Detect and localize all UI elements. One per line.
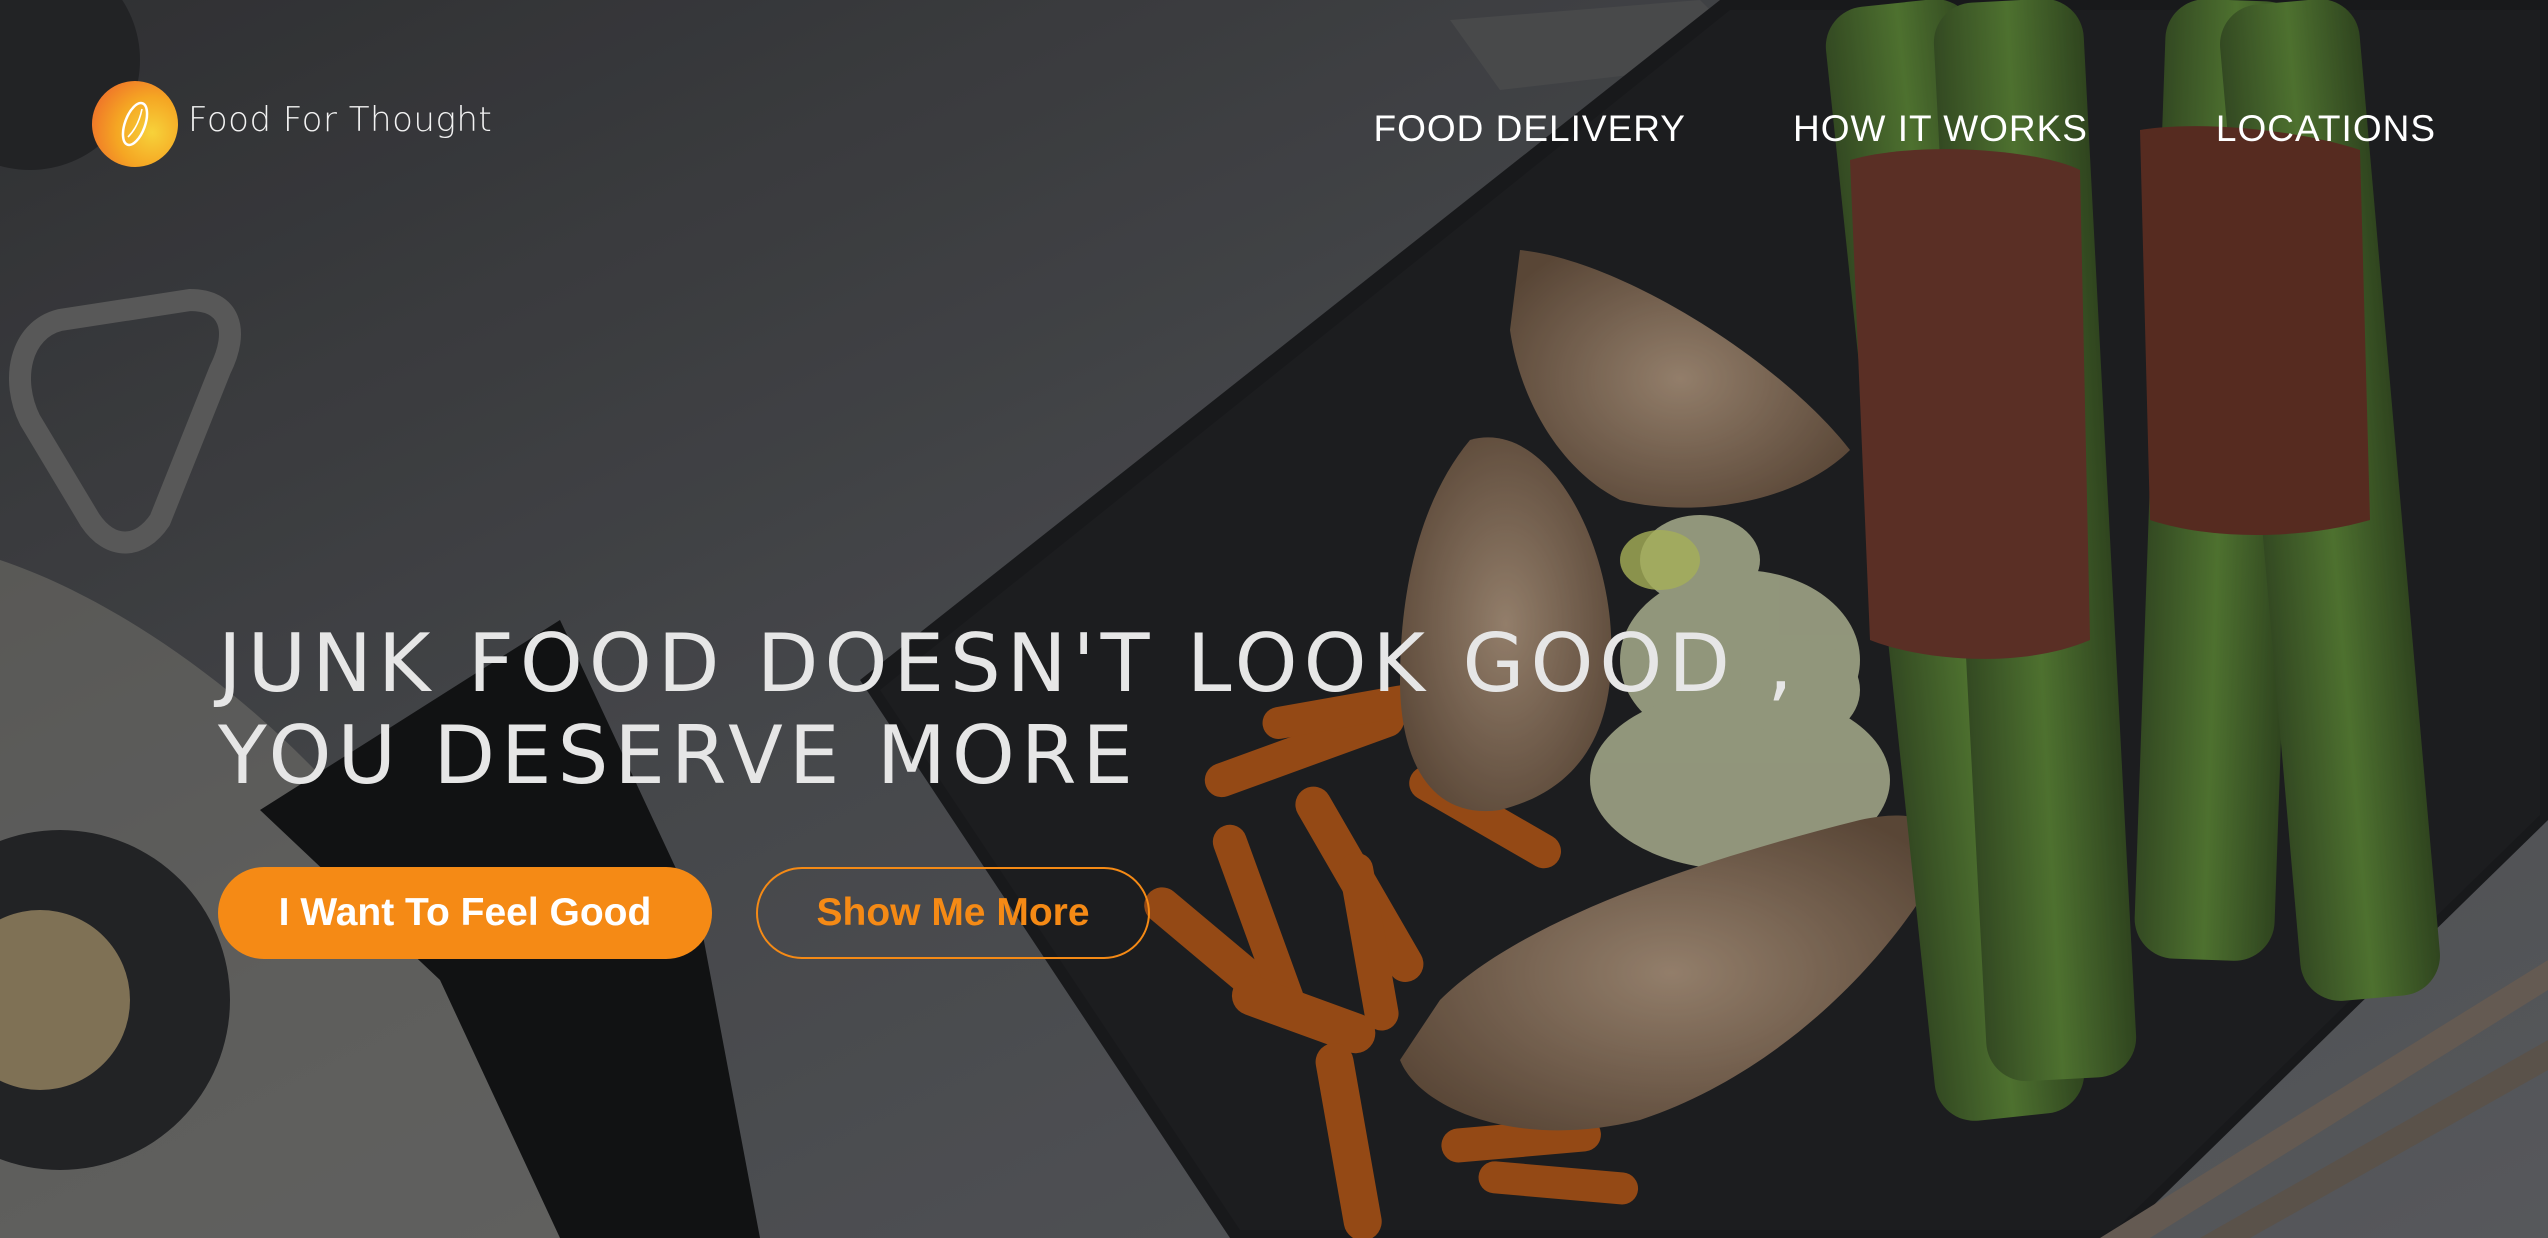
- hero-headline: JUNK FOOD DOESN'T LOOK GOOD , YOU DESERV…: [218, 618, 1799, 802]
- logo-emblem-icon: [92, 81, 178, 167]
- nav-item-food-delivery[interactable]: FOOD DELIVERY: [1373, 108, 1686, 150]
- brand-name: Food For Thought: [188, 100, 493, 140]
- nav-item-locations[interactable]: LOCATIONS: [2216, 108, 2436, 150]
- nav-item-how-it-works[interactable]: HOW IT WORKS: [1793, 108, 2088, 150]
- hero-headline-line-2: YOU DESERVE MORE: [218, 709, 1139, 802]
- hero-section: Food For Thought FOOD DELIVERY HOW IT WO…: [0, 0, 2548, 1238]
- brand-logo[interactable]: Food For Thought: [92, 81, 493, 167]
- hero-headline-line-1: JUNK FOOD DOESN'T LOOK GOOD ,: [218, 617, 1799, 710]
- show-more-button[interactable]: Show Me More: [756, 867, 1150, 959]
- feel-good-button[interactable]: I Want To Feel Good: [218, 867, 712, 959]
